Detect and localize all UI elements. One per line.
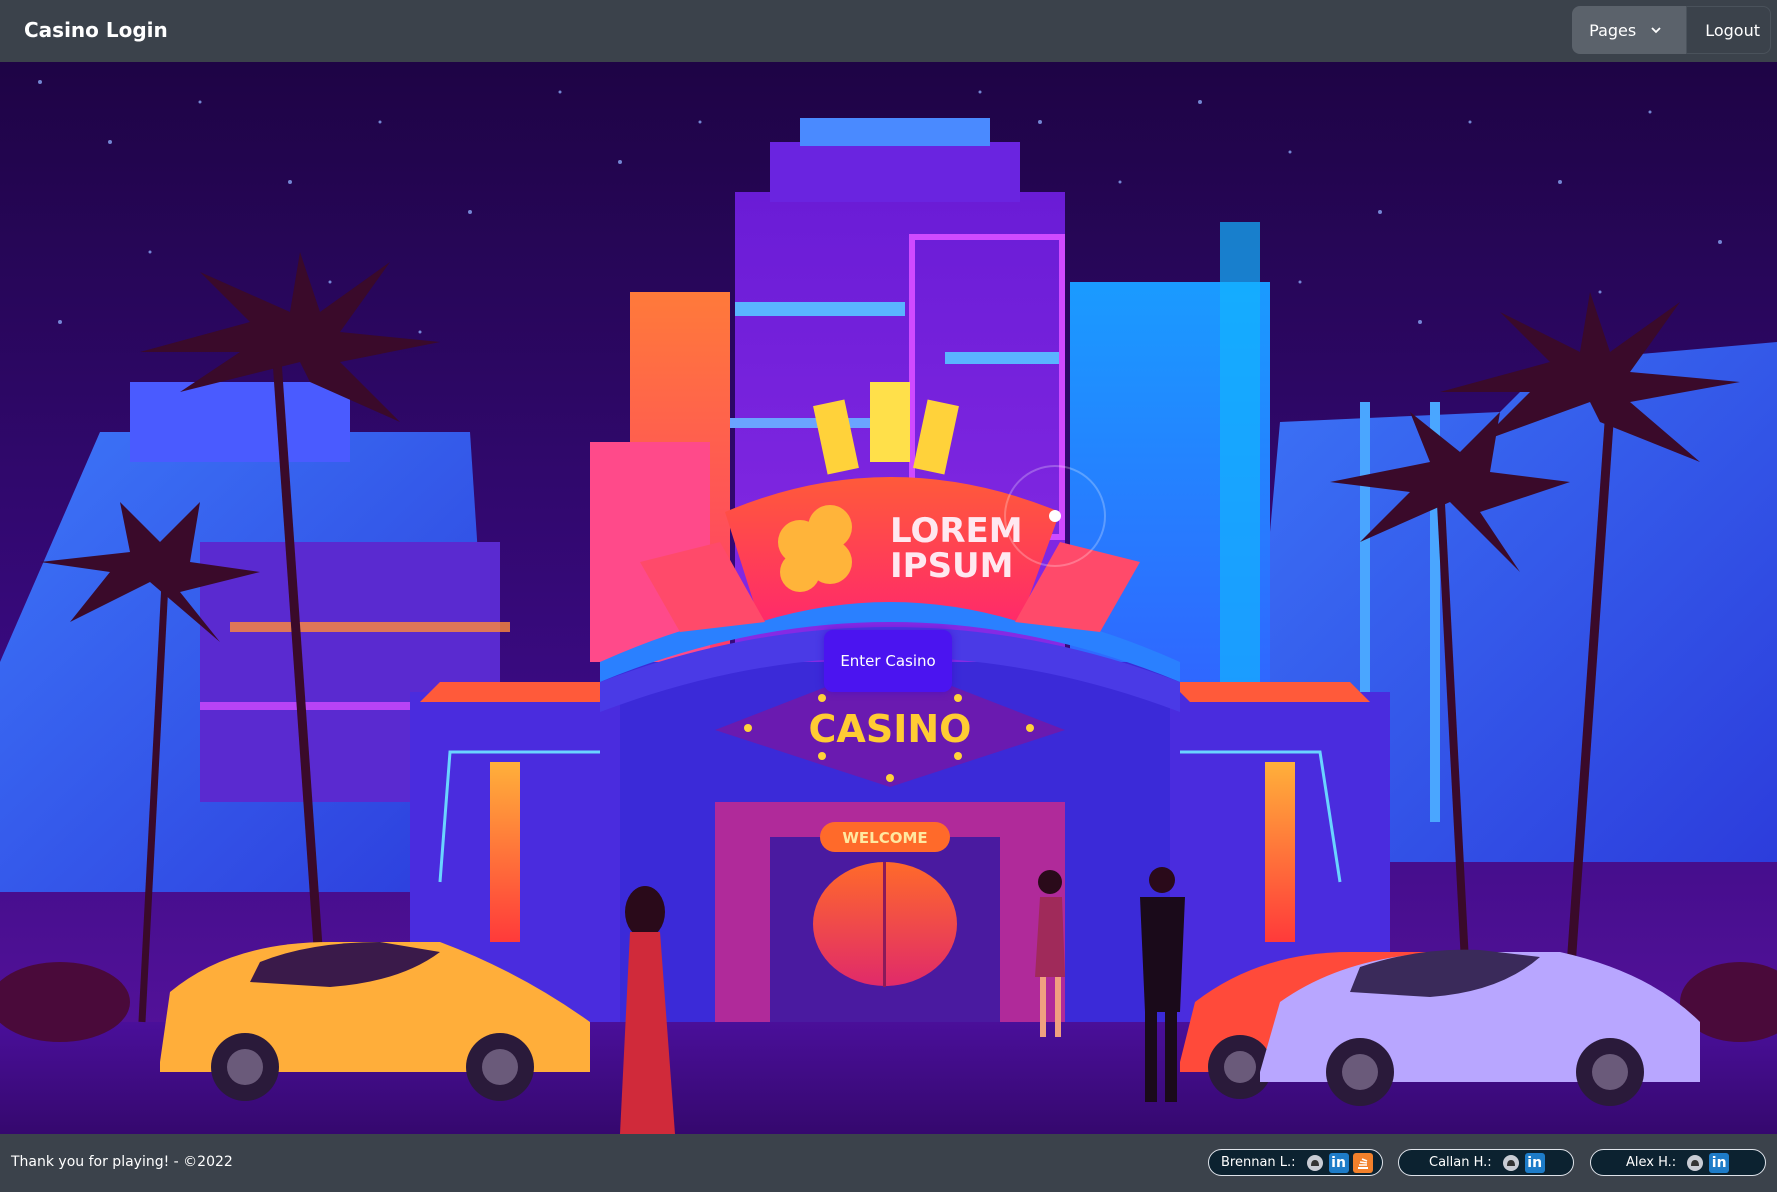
credit-name: Alex H.:: [1626, 1155, 1677, 1170]
sign-text-line1: LOREM: [890, 511, 1023, 551]
chevron-down-icon: [1651, 27, 1661, 34]
linkedin-icon[interactable]: in: [1328, 1152, 1349, 1173]
enter-casino-button[interactable]: Enter Casino: [824, 630, 952, 692]
casino-night-scene: LOREM IPSUM CASINO WELCOME: [0, 62, 1777, 1134]
footer-text: Thank you for playing! - ©2022: [11, 1154, 233, 1170]
linkedin-icon[interactable]: in: [1709, 1152, 1730, 1173]
github-icon[interactable]: [1685, 1153, 1705, 1173]
stackoverflow-icon[interactable]: [1352, 1152, 1373, 1173]
brand-title[interactable]: Casino Login: [24, 18, 168, 42]
pages-dropdown[interactable]: Pages: [1572, 6, 1687, 54]
credit-callan: Callan H.: in: [1398, 1149, 1574, 1176]
linkedin-icon[interactable]: in: [1524, 1152, 1545, 1173]
credit-brennan: Brennan L.: in: [1208, 1149, 1383, 1176]
pages-dropdown-label: Pages: [1589, 20, 1637, 40]
sign-text-line2: IPSUM: [890, 546, 1014, 586]
casino-sign-text: CASINO: [809, 707, 972, 751]
credit-name: Brennan L.:: [1221, 1155, 1296, 1170]
github-icon[interactable]: [1501, 1153, 1521, 1173]
credit-alex: Alex H.: in: [1590, 1149, 1766, 1176]
casino-hero-illustration: LOREM IPSUM CASINO WELCOME Enter Casino: [0, 62, 1777, 1134]
credit-name: Callan H.:: [1429, 1155, 1492, 1170]
welcome-sign-text: WELCOME: [842, 829, 927, 847]
navbar: Casino Login Pages Logout: [0, 0, 1777, 62]
github-icon[interactable]: [1305, 1153, 1325, 1173]
nav-menu: Pages Logout: [1572, 6, 1771, 54]
logout-button[interactable]: Logout: [1686, 6, 1771, 54]
footer: Thank you for playing! - ©2022 Brennan L…: [0, 1134, 1777, 1192]
